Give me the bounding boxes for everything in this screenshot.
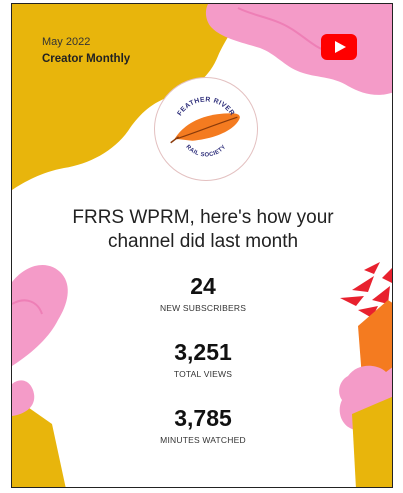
report-title: Creator Monthly <box>42 53 131 65</box>
pink-heart-left <box>12 264 68 366</box>
svg-text:RAIL SOCIETY: RAIL SOCIETY <box>184 144 227 158</box>
stat-label: TOTAL VIEWS <box>173 369 233 379</box>
stat-value: 24 <box>190 273 216 299</box>
stat-new-subscribers: 24 NEW SUBSCRIBERS <box>112 272 294 313</box>
email-card: May 2022 Creator Monthly FEATHER RIVER R… <box>11 3 393 488</box>
stat-value: 3,785 <box>174 405 232 431</box>
stat-value: 3,251 <box>174 339 232 365</box>
report-date: May 2022 <box>42 36 91 48</box>
stat-minutes-watched: 3,785 MINUTES WATCHED <box>112 404 294 445</box>
logo-org-bottom: RAIL SOCIETY <box>184 144 227 158</box>
channel-avatar[interactable]: FEATHER RIVER RAIL SOCIETY <box>154 77 258 181</box>
feather-river-rail-society-logo: FEATHER RIVER RAIL SOCIETY <box>170 96 240 159</box>
summary-headline: FRRS WPRM, here's how your channel did l… <box>72 207 334 252</box>
stat-label: NEW SUBSCRIBERS <box>159 303 247 313</box>
youtube-play-icon[interactable] <box>321 34 357 60</box>
stat-label: MINUTES WATCHED <box>160 435 246 445</box>
stat-total-views: 3,251 TOTAL VIEWS <box>112 338 294 379</box>
